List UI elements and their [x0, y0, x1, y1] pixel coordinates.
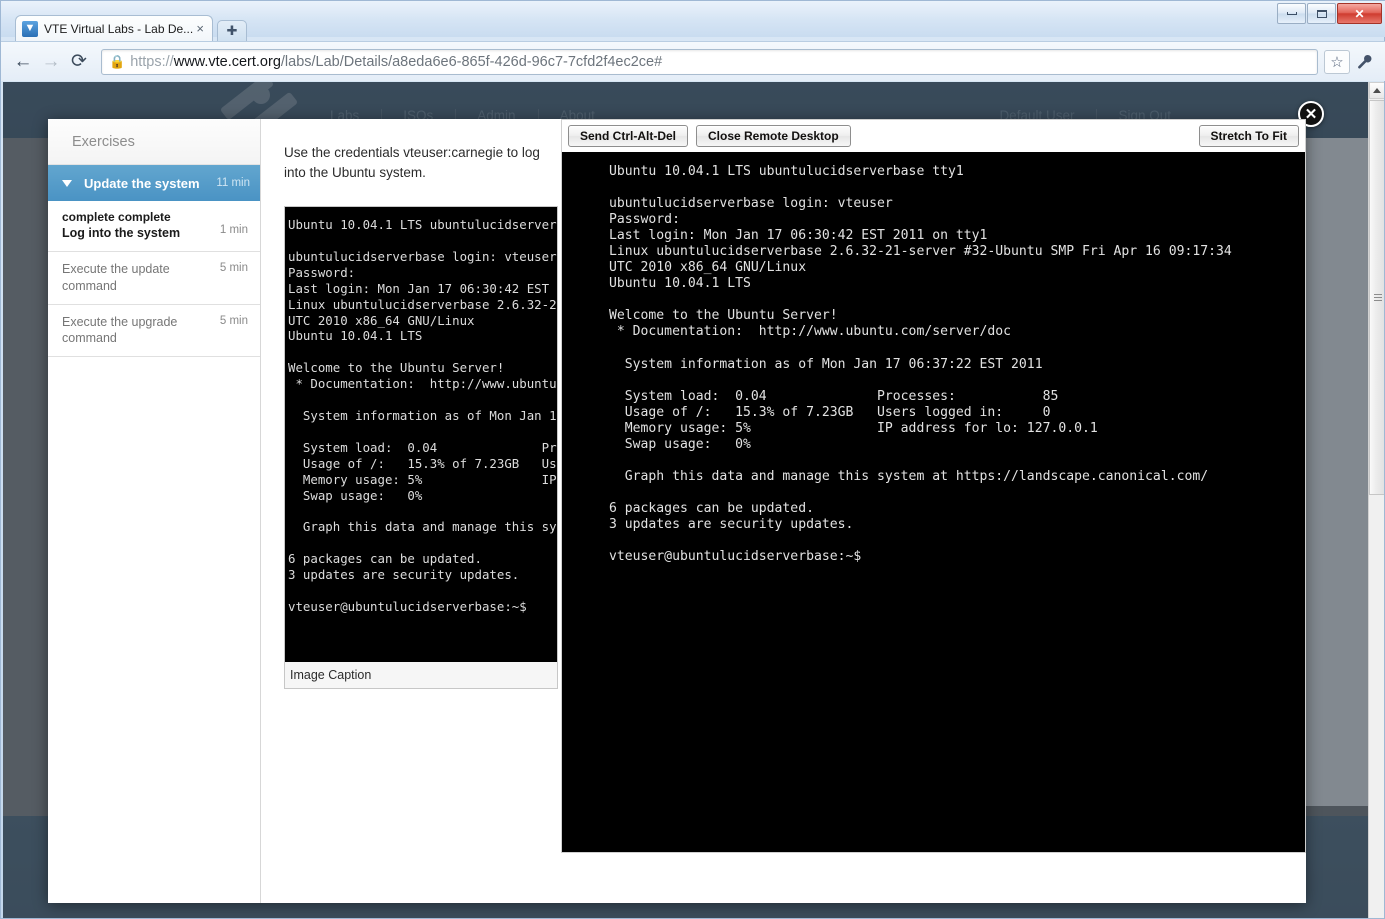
browser-window: ✕ ▼ VTE Virtual Labs - Lab De... × ✚ ← →… — [0, 0, 1385, 919]
scrollbar-up-arrow-icon[interactable] — [1369, 82, 1384, 99]
instructions-panel: Use the credentials vteuser:carnegie to … — [262, 119, 607, 903]
figure-screenshot: Ubuntu 10.04.1 LTS ubuntulucidserverbase… — [285, 207, 557, 663]
instruction-text: Use the credentials vteuser:carnegie to … — [284, 145, 540, 180]
forward-icon[interactable]: → — [37, 48, 65, 76]
exercise-labels: Execute the update command — [62, 261, 214, 294]
exercise-item-execute-the-update-command[interactable]: Execute the update command 5 min — [48, 252, 260, 305]
scrollbar-thumb[interactable] — [1369, 100, 1384, 495]
instruction-figure: Ubuntu 10.04.1 LTS ubuntulucidserverbase… — [284, 206, 558, 690]
figure-terminal-text: Ubuntu 10.04.1 LTS ubuntulucidserverbase… — [288, 217, 557, 614]
url-text: https://www.vte.cert.org/labs/Lab/Detail… — [130, 53, 663, 70]
browser-toolbar: ← → ⟳ 🔒 https://www.vte.cert.org/labs/La… — [1, 41, 1385, 81]
exercise-group-time: 11 min — [216, 177, 250, 189]
figure-caption: Image Caption — [285, 662, 557, 689]
exercises-title: Exercises — [48, 119, 260, 165]
remote-desktop-screen[interactable]: Ubuntu 10.04.1 LTS ubuntulucidserverbase… — [562, 152, 1305, 852]
tab-strip: ▼ VTE Virtual Labs - Lab De... × ✚ — [1, 15, 1385, 41]
exercise-name: Execute the update command — [62, 262, 170, 293]
tab-title: VTE Virtual Labs - Lab De... — [44, 21, 194, 36]
exercise-group-header[interactable]: Update the system 11 min — [48, 165, 260, 201]
address-bar[interactable]: 🔒 https://www.vte.cert.org/labs/Lab/Deta… — [101, 48, 1318, 75]
exercise-name: Execute the upgrade command — [62, 314, 178, 345]
scrollbar-grip-icon — [1374, 293, 1382, 302]
close-remote-desktop-button[interactable]: Close Remote Desktop — [696, 125, 851, 147]
exercises-sidebar: Exercises Update the system 11 min compl… — [48, 119, 261, 903]
exercise-name: Log into the system — [62, 226, 181, 240]
exercise-labels: complete complete Log into the system — [62, 210, 214, 241]
page-viewport: Labs ISOs Admin About Default User Sign … — [3, 82, 1384, 918]
stretch-to-fit-button[interactable]: Stretch To Fit — [1198, 125, 1299, 147]
exercise-item-execute-the-upgrade-command[interactable]: Execute the upgrade command 5 min — [48, 304, 260, 358]
back-icon[interactable]: ← — [9, 48, 37, 76]
page-scrollbar[interactable] — [1368, 82, 1384, 918]
exercise-group-title: Update the system — [84, 175, 200, 191]
browser-tab[interactable]: ▼ VTE Virtual Labs - Lab De... × — [15, 15, 213, 41]
tab-close-icon[interactable]: × — [194, 21, 206, 36]
exercise-time: 1 min — [219, 224, 248, 236]
exercise-time: 5 min — [219, 262, 248, 275]
bookmark-star-icon[interactable]: ☆ — [1324, 49, 1350, 74]
remote-terminal-text: Ubuntu 10.04.1 LTS ubuntulucidserverbase… — [609, 164, 1232, 565]
exercise-time: 5 min — [219, 314, 248, 327]
new-tab-button[interactable]: ✚ — [217, 20, 247, 41]
chevron-down-icon — [62, 179, 72, 187]
favicon-icon: ▼ — [22, 20, 38, 37]
lock-icon: 🔒 — [109, 53, 126, 69]
exercise-labels: Execute the upgrade command — [62, 314, 214, 347]
lab-lightbox: ✕ Exercises Update the system 11 min com… — [48, 101, 1324, 903]
browser-titlebar: ✕ ▼ VTE Virtual Labs - Lab De... × ✚ — [1, 1, 1385, 41]
exercise-item-log-into-the-system[interactable]: complete complete Log into the system 1 … — [48, 201, 260, 253]
reload-icon[interactable]: ⟳ — [65, 48, 93, 76]
remote-desktop-toolbar: Send Ctrl-Alt-Del Close Remote Desktop S… — [562, 120, 1305, 152]
send-ctrl-alt-del-button[interactable]: Send Ctrl-Alt-Del — [568, 125, 688, 147]
exercise-status: complete complete — [62, 210, 171, 224]
remote-desktop-panel: Send Ctrl-Alt-Del Close Remote Desktop S… — [561, 119, 1306, 853]
wrench-menu-icon[interactable] — [1350, 54, 1378, 69]
